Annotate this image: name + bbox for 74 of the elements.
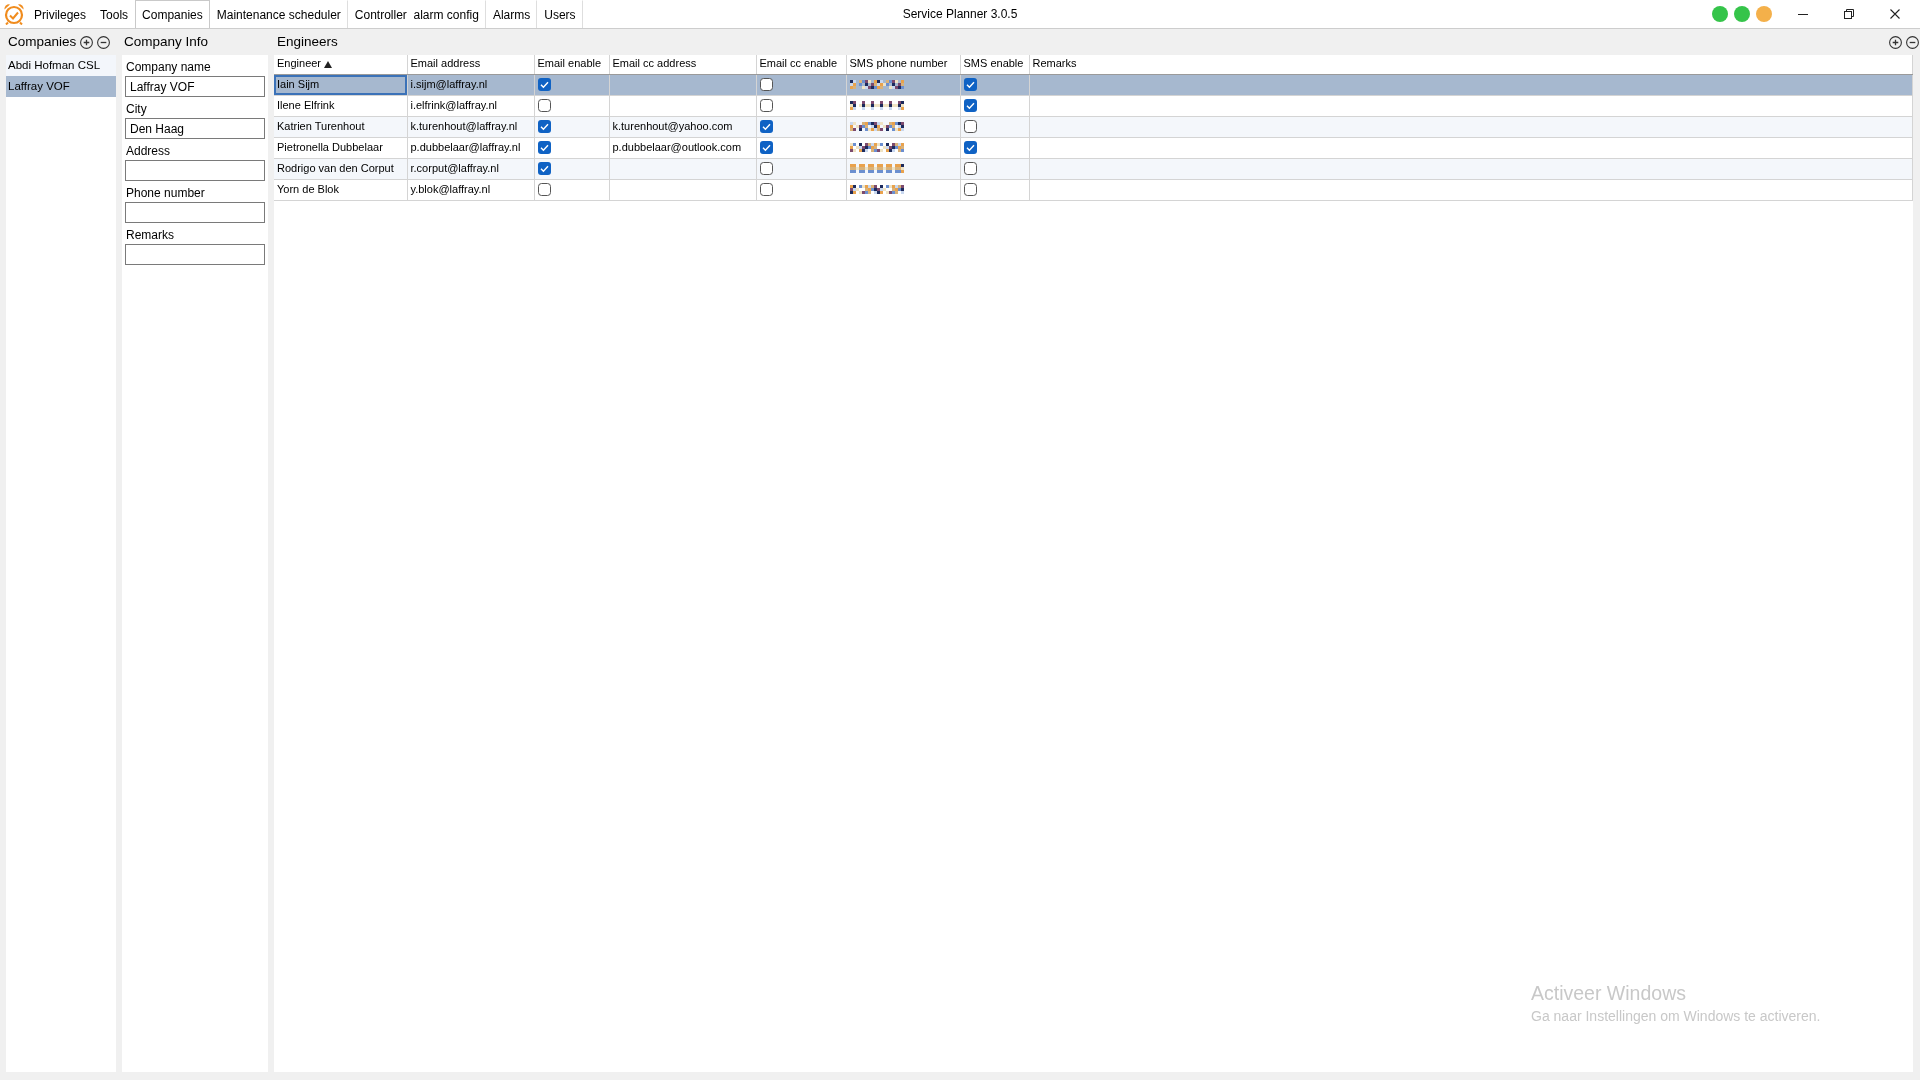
table-cell: Ilene Elfrink xyxy=(274,95,407,116)
table-cell: p.dubbelaar@laffray.nl xyxy=(407,137,534,158)
pixelated-redaction-icon xyxy=(849,143,904,152)
window-title: Service Planner 3.0.5 xyxy=(902,6,1018,22)
list-item[interactable]: Laffray VOF xyxy=(6,76,116,97)
checkbox[interactable] xyxy=(963,78,977,91)
checkbox[interactable] xyxy=(759,99,773,112)
checkbox[interactable] xyxy=(759,78,773,91)
menu-tab[interactable]: Companies xyxy=(135,0,210,28)
minus-circle-icon[interactable] xyxy=(1906,35,1919,49)
checkbox[interactable] xyxy=(537,78,551,91)
table-cell: Katrien Turenhout xyxy=(274,116,407,137)
checkbox[interactable] xyxy=(963,183,977,196)
checkbox[interactable] xyxy=(963,162,977,175)
checkbox[interactable] xyxy=(537,162,551,175)
field-label: Remarks xyxy=(125,227,175,243)
list-item[interactable]: Abdi Hofman CSL xyxy=(6,55,116,76)
pixelated-redaction-icon xyxy=(849,122,904,131)
field-label: Company name xyxy=(125,59,212,75)
column-header[interactable]: Email cc enable xyxy=(759,57,838,72)
column-header[interactable]: Email cc address xyxy=(612,57,697,72)
column-header[interactable]: SMS enable xyxy=(963,57,1024,72)
table-cell: Rodrigo van den Corput xyxy=(274,158,407,179)
checkbox[interactable] xyxy=(537,99,551,112)
close-icon xyxy=(1890,9,1900,19)
table-row[interactable]: Yorn de Blok y.blok@laffray.nl xyxy=(274,179,1913,200)
table-cell: Iain Sijm xyxy=(274,74,407,95)
menu-tab[interactable]: Maintenance scheduler xyxy=(209,0,348,28)
column-header[interactable]: SMS phone number xyxy=(849,57,948,72)
input-field[interactable]: Den Haag xyxy=(125,118,265,139)
menu-tab[interactable]: Controller alarm config xyxy=(347,0,486,28)
checkbox[interactable] xyxy=(537,120,551,133)
section-title: Company Info xyxy=(124,33,209,51)
restore-icon xyxy=(1844,9,1854,19)
section-title: Companies xyxy=(8,33,77,51)
checkbox[interactable] xyxy=(963,120,977,133)
menu-tab[interactable]: Alarms xyxy=(485,0,538,28)
checkbox[interactable] xyxy=(963,99,977,112)
section-title: Engineers xyxy=(277,33,339,51)
checkbox[interactable] xyxy=(759,141,773,154)
table-row[interactable]: Pietronella Dubbelaar p.dubbelaar@laffray.nl p.dubbelaar@outlook.com xyxy=(274,137,1913,158)
checkbox[interactable] xyxy=(759,183,773,196)
checkbox[interactable] xyxy=(759,162,773,175)
input-field[interactable] xyxy=(125,202,265,223)
field-label: City xyxy=(125,101,148,117)
menu-tab[interactable]: Tools xyxy=(93,0,136,28)
input-field[interactable] xyxy=(125,244,265,265)
column-header[interactable]: Engineer xyxy=(277,57,322,72)
pixelated-redaction-icon xyxy=(849,80,904,89)
menu-tab[interactable]: Users xyxy=(537,0,583,28)
table-cell: Yorn de Blok xyxy=(274,179,407,200)
column-header[interactable]: Remarks xyxy=(1032,57,1077,72)
table-cell: Pietronella Dubbelaar xyxy=(274,137,407,158)
table-row[interactable]: Ilene Elfrink i.elfrink@laffray.nl xyxy=(274,95,1913,116)
checkbox[interactable] xyxy=(759,120,773,133)
checkbox[interactable] xyxy=(963,141,977,154)
minus-circle-icon[interactable] xyxy=(97,35,111,49)
plus-circle-icon[interactable] xyxy=(1889,35,1902,49)
checkbox[interactable] xyxy=(537,141,551,154)
pixelated-redaction-icon xyxy=(849,185,904,194)
field-label: Address xyxy=(125,143,172,159)
field-label: Phone number xyxy=(125,185,206,201)
pixelated-redaction-icon xyxy=(849,164,904,173)
table-cell: y.blok@laffray.nl xyxy=(407,179,534,200)
pixelated-redaction-icon xyxy=(849,101,904,110)
column-header[interactable]: Email address xyxy=(410,57,481,72)
column-header[interactable]: Email enable xyxy=(537,57,602,72)
checkbox[interactable] xyxy=(537,183,551,196)
table-cell: p.dubbelaar@outlook.com xyxy=(609,137,756,158)
plus-circle-icon[interactable] xyxy=(80,35,94,49)
menu-tab[interactable]: Privileges xyxy=(27,0,94,28)
input-field[interactable]: Laffray VOF xyxy=(125,76,265,97)
table-cell: i.elfrink@laffray.nl xyxy=(407,95,534,116)
input-field[interactable] xyxy=(125,160,265,181)
